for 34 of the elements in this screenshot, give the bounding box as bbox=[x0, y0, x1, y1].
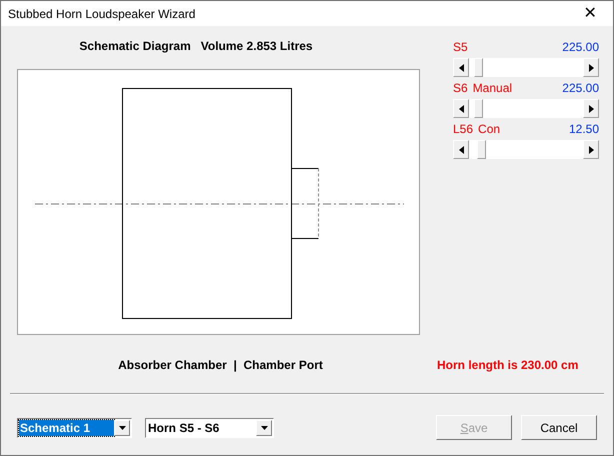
slider-mode: Manual bbox=[472, 80, 512, 97]
scroll-right-button[interactable] bbox=[583, 99, 599, 118]
diagram-title: Schematic Diagram Volume 2.853 Litres bbox=[79, 38, 313, 55]
left-arrow-icon bbox=[458, 64, 464, 72]
right-arrow-icon bbox=[588, 104, 594, 112]
scroll-right-button[interactable] bbox=[583, 58, 599, 77]
dropdown[interactable]: Horn S5 - S6 bbox=[145, 418, 274, 438]
right-arrow-icon bbox=[588, 64, 594, 72]
slider-mode: Con bbox=[478, 121, 500, 138]
chamber-port-shape bbox=[291, 168, 319, 239]
scroll-right-button[interactable] bbox=[583, 140, 599, 159]
slider-value: 12.50 bbox=[568, 121, 599, 138]
window-title: Stubbed Horn Loudspeaker Wizard bbox=[8, 6, 196, 22]
slider-label: S6 bbox=[453, 80, 468, 97]
slider-thumb[interactable] bbox=[477, 140, 486, 159]
slider-value: 225.00 bbox=[562, 80, 599, 97]
slider-label: L56 bbox=[453, 121, 474, 138]
close-button[interactable]: ✕ bbox=[567, 1, 613, 26]
dropdown-arrow-icon bbox=[118, 426, 126, 430]
slider-thumb[interactable] bbox=[474, 58, 484, 77]
cancel-button[interactable]: Cancel bbox=[521, 415, 597, 440]
scroll-left-button[interactable] bbox=[453, 140, 469, 159]
left-arrow-icon bbox=[458, 146, 464, 154]
left-arrow-icon bbox=[458, 104, 464, 112]
scroll-left-button[interactable] bbox=[453, 58, 469, 77]
scroll-left-button[interactable] bbox=[453, 99, 469, 118]
slider-label: S5 bbox=[453, 39, 468, 56]
diagram-caption: Absorber Chamber | Chamber Port bbox=[118, 357, 323, 374]
dropdown-arrow-icon bbox=[260, 426, 268, 430]
slider-thumb[interactable] bbox=[474, 99, 484, 118]
dropdown[interactable]: Schematic 1 bbox=[17, 418, 132, 438]
right-arrow-icon bbox=[588, 146, 594, 154]
horn-length-text: Horn length is 230.00 cm bbox=[437, 357, 578, 374]
slider-value: 225.00 bbox=[562, 39, 599, 56]
